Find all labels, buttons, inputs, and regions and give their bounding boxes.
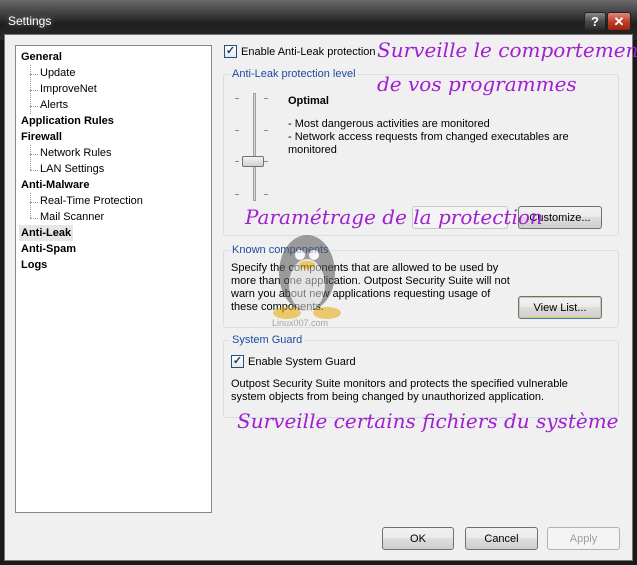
apply-button[interactable]: Apply (547, 527, 620, 550)
system-guard-description: Outpost Security Suite monitors and prot… (231, 378, 568, 403)
settings-tree: General Update ImproveNet Alerts Applica… (15, 45, 212, 513)
tree-connector (30, 154, 38, 155)
ok-button[interactable]: OK (382, 527, 454, 550)
slider-tick (264, 130, 268, 131)
ok-button-label: OK (410, 532, 426, 545)
tree-connector (30, 106, 38, 107)
protection-level-slider-track[interactable] (253, 93, 256, 201)
enable-system-guard-checkbox[interactable]: ✓ (231, 355, 244, 368)
view-list-button-label: View List... (533, 301, 587, 314)
tree-item-anti-spam[interactable]: Anti-Spam (21, 241, 76, 257)
tree-item-application-rules[interactable]: Application Rules (21, 113, 114, 129)
enable-antileak-row[interactable]: ✓ Enable Anti-Leak protection (224, 45, 376, 58)
view-list-button[interactable]: View List... (518, 296, 602, 319)
annotation-4: Surveille certains fichiers du système (237, 409, 619, 433)
tree-item-lan-settings[interactable]: LAN Settings (40, 161, 104, 177)
slider-tick (235, 194, 239, 195)
slider-tick (235, 130, 239, 131)
help-icon: ? (591, 14, 599, 29)
tree-item-network-rules[interactable]: Network Rules (40, 145, 112, 161)
slider-tick (235, 98, 239, 99)
tree-item-alerts[interactable]: Alerts (40, 97, 68, 113)
watermark-logo: Linux007.com (262, 225, 362, 343)
tree-connector (30, 145, 31, 170)
annotation-3: Paramétrage de la protection (245, 205, 543, 229)
tree-item-improvenet[interactable]: ImproveNet (40, 81, 97, 97)
cancel-button-label: Cancel (484, 532, 519, 545)
help-button[interactable]: ? (584, 12, 606, 31)
enable-system-guard-row[interactable]: ✓ Enable System Guard (231, 355, 356, 368)
close-icon: ✕ (613, 13, 625, 29)
watermark-text: Linux007.com (272, 318, 329, 328)
tree-item-anti-leak[interactable]: Anti-Leak (19, 225, 74, 241)
tree-connector (30, 218, 38, 219)
tree-connector (30, 193, 31, 218)
tree-item-real-time-protection[interactable]: Real-Time Protection (40, 193, 143, 209)
slider-tick (235, 161, 239, 162)
cancel-button[interactable]: Cancel (465, 527, 538, 550)
apply-button-label: Apply (569, 532, 598, 545)
tree-item-logs[interactable]: Logs (21, 257, 47, 273)
tree-item-mail-scanner[interactable]: Mail Scanner (40, 209, 104, 225)
tree-connector (30, 74, 38, 75)
tree-connector (30, 170, 38, 171)
enable-antileak-label: Enable Anti-Leak protection (241, 45, 376, 58)
protection-level-name: Optimal (288, 95, 329, 107)
protection-level-slider-thumb[interactable] (242, 156, 264, 167)
slider-tick (264, 98, 268, 99)
close-button[interactable]: ✕ (607, 12, 631, 31)
annotation-2: de vos programmes (377, 72, 577, 96)
enable-antileak-checkbox[interactable]: ✓ (224, 45, 237, 58)
antileak-level-title: Anti-Leak protection level (230, 68, 358, 80)
tree-connector (30, 202, 38, 203)
tree-item-firewall[interactable]: Firewall (21, 129, 62, 145)
tree-item-general[interactable]: General (21, 49, 62, 65)
slider-tick (264, 194, 268, 195)
tree-item-anti-malware[interactable]: Anti-Malware (21, 177, 89, 193)
tree-item-update[interactable]: Update (40, 65, 75, 81)
protection-level-desc-2: - Network access requests from changed e… (288, 131, 569, 156)
enable-system-guard-label: Enable System Guard (248, 355, 356, 368)
annotation-1: Surveille le comportement (377, 38, 637, 62)
window-title: Settings (8, 14, 52, 28)
slider-tick (264, 161, 268, 162)
tree-connector (30, 90, 38, 91)
protection-level-desc-1: - Most dangerous activities are monitore… (288, 118, 490, 130)
